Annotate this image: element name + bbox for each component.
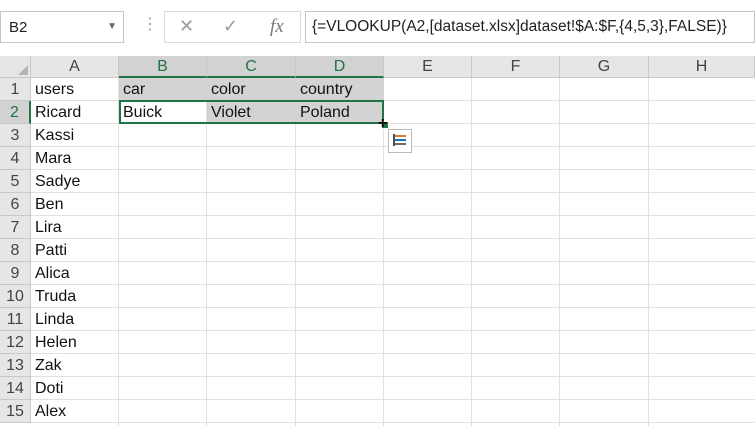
- grid-line: [31, 399, 755, 400]
- grid-line: [31, 376, 755, 377]
- name-box[interactable]: B2 ▼: [0, 11, 124, 43]
- row-header-7[interactable]: 7: [0, 216, 31, 239]
- row-header-10[interactable]: 10: [0, 285, 31, 308]
- column-header-f[interactable]: F: [472, 56, 560, 78]
- cell-a8[interactable]: Patti: [31, 239, 119, 262]
- insert-function-icon[interactable]: fx: [270, 16, 284, 38]
- column-header-g[interactable]: G: [560, 56, 649, 78]
- cell-b1[interactable]: car: [119, 78, 207, 101]
- grid-line: [31, 353, 755, 354]
- column-header-c[interactable]: C: [207, 56, 296, 78]
- row-header-5[interactable]: 5: [0, 170, 31, 193]
- row-header-15[interactable]: 15: [0, 400, 31, 423]
- row-header-4[interactable]: 4: [0, 147, 31, 170]
- cell-a15[interactable]: Alex: [31, 400, 119, 423]
- select-all-button[interactable]: [0, 56, 31, 78]
- more-options-icon[interactable]: ⋮: [142, 14, 158, 34]
- cell-a3[interactable]: Kassi: [31, 124, 119, 147]
- grid-line: [559, 78, 560, 426]
- grid-line: [206, 78, 207, 426]
- grid-line: [31, 307, 755, 308]
- cancel-icon[interactable]: ✕: [179, 16, 194, 37]
- column-header-d[interactable]: D: [296, 56, 384, 78]
- row-header-9[interactable]: 9: [0, 262, 31, 285]
- cell-d1[interactable]: country: [296, 78, 384, 101]
- cell-a12[interactable]: Helen: [31, 331, 119, 354]
- row-header-14[interactable]: 14: [0, 377, 31, 400]
- grid-line: [31, 330, 755, 331]
- formula-buttons: ✕ ✓ fx: [164, 11, 301, 43]
- spreadsheet-grid: A B C D E F G H 1 2 3 4 5 6 7 8 9 10 11 12 13 14 15 users Ricard…: [0, 56, 755, 426]
- grid-line: [31, 261, 755, 262]
- grid-line: [31, 238, 755, 239]
- cell-a10[interactable]: Truda: [31, 285, 119, 308]
- cell-a14[interactable]: Doti: [31, 377, 119, 400]
- cell-a1[interactable]: users: [31, 78, 119, 101]
- row-header-2[interactable]: 2: [0, 101, 31, 124]
- grid-line: [31, 192, 755, 193]
- row-header-13[interactable]: 13: [0, 354, 31, 377]
- cell-a11[interactable]: Linda: [31, 308, 119, 331]
- formula-text[interactable]: {=VLOOKUP(A2,[dataset.xlsx]dataset!$A:$F…: [312, 18, 727, 36]
- crosshair-cursor-icon: +: [378, 115, 388, 132]
- chevron-down-icon[interactable]: ▼: [107, 21, 117, 32]
- grid-line: [31, 215, 755, 216]
- cell-a5[interactable]: Sadye: [31, 170, 119, 193]
- cell-a9[interactable]: Alica: [31, 262, 119, 285]
- column-header-e[interactable]: E: [384, 56, 472, 78]
- grid-line: [295, 78, 296, 426]
- selection-border: [119, 100, 384, 124]
- grid-line: [31, 169, 755, 170]
- row-header-1[interactable]: 1: [0, 78, 31, 101]
- grid-line: [648, 78, 649, 426]
- cell-a7[interactable]: Lira: [31, 216, 119, 239]
- column-header-a[interactable]: A: [31, 56, 119, 78]
- formula-input[interactable]: {=VLOOKUP(A2,[dataset.xlsx]dataset!$A:$F…: [305, 11, 755, 43]
- grid-line: [471, 78, 472, 426]
- row-header-11[interactable]: 11: [0, 308, 31, 331]
- name-box-value[interactable]: B2: [9, 19, 27, 36]
- row-header-12[interactable]: 12: [0, 331, 31, 354]
- formula-bar-area: B2 ▼ ⋮ ✕ ✓ fx {=VLOOKUP(A2,[dataset.xlsx…: [0, 0, 755, 56]
- column-header-b[interactable]: B: [119, 56, 207, 78]
- cell-a13[interactable]: Zak: [31, 354, 119, 377]
- row-header-6[interactable]: 6: [0, 193, 31, 216]
- cell-c1[interactable]: color: [207, 78, 295, 101]
- column-header-h[interactable]: H: [649, 56, 755, 78]
- row-header-3[interactable]: 3: [0, 124, 31, 147]
- cell-a6[interactable]: Ben: [31, 193, 119, 216]
- cell-a2[interactable]: Ricard: [31, 101, 119, 124]
- grid-line: [31, 284, 755, 285]
- cell-a4[interactable]: Mara: [31, 147, 119, 170]
- quick-analysis-icon[interactable]: [388, 129, 412, 153]
- enter-icon[interactable]: ✓: [223, 16, 238, 37]
- row-header-8[interactable]: 8: [0, 239, 31, 262]
- grid-line: [31, 422, 755, 423]
